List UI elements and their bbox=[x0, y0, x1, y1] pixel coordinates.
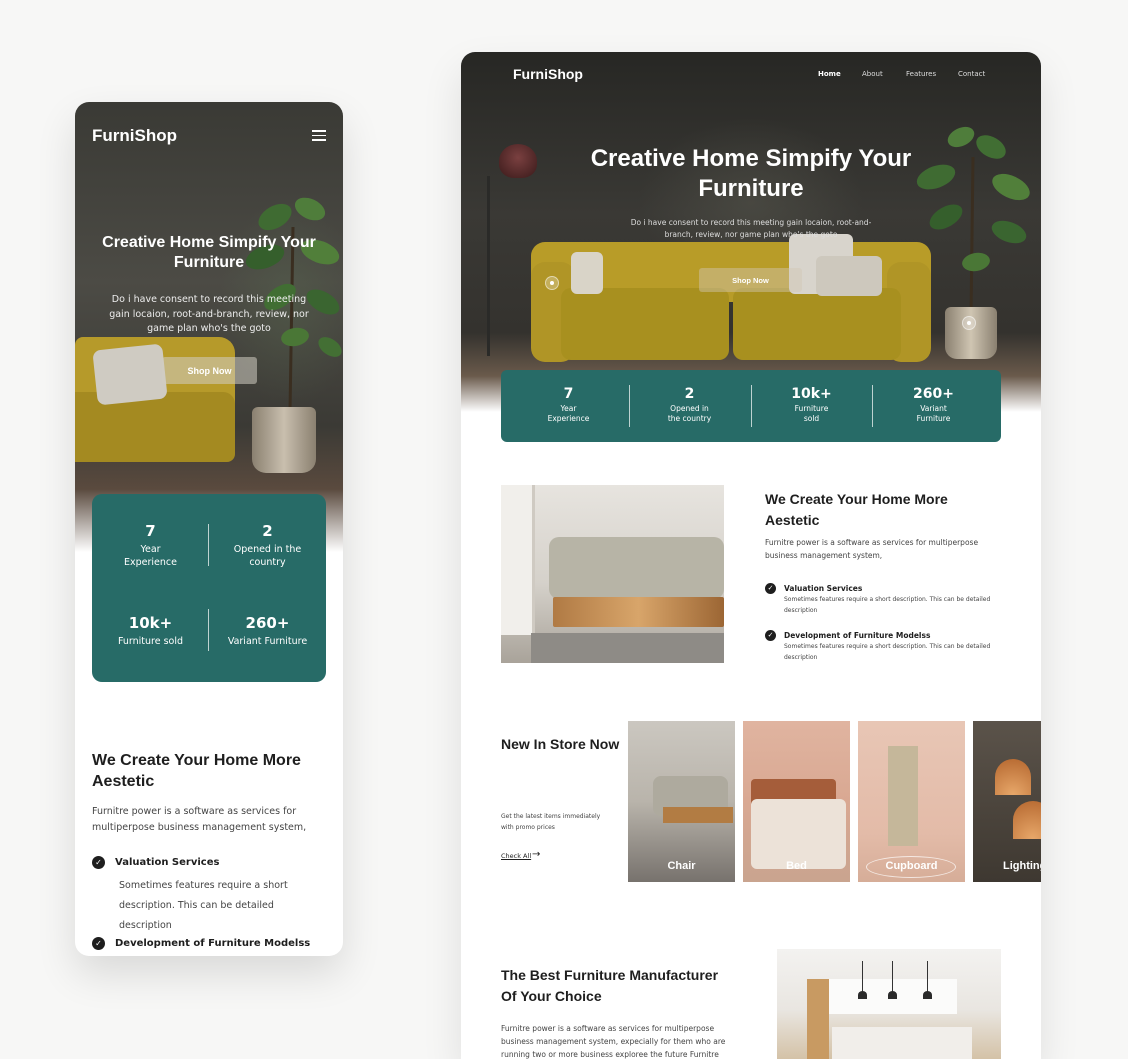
floor-lamp bbox=[499, 144, 537, 178]
nav-features[interactable]: Features bbox=[906, 70, 936, 78]
category-card-bed[interactable]: Bed bbox=[743, 721, 850, 882]
check-icon: ✓ bbox=[92, 937, 105, 950]
stat-experience: 7 Year Experience bbox=[92, 522, 209, 569]
shop-now-button[interactable]: Shop Now bbox=[162, 357, 257, 384]
plant-pot bbox=[252, 407, 316, 473]
stat-value: 260+ bbox=[245, 614, 290, 632]
category-card-chair[interactable]: Chair bbox=[628, 721, 735, 882]
stat-country: 2 Opened in the country bbox=[627, 386, 752, 424]
nav-home[interactable]: Home bbox=[818, 70, 841, 78]
best-title: The Best Furniture Manufacturer Of Your … bbox=[501, 967, 719, 1004]
shop-now-button[interactable]: Shop Now bbox=[699, 268, 802, 292]
feature-description: Sometimes features require a short descr… bbox=[784, 643, 991, 661]
best-description: Furnitre power is a software as services… bbox=[501, 1024, 726, 1059]
arrow-right-icon[interactable]: → bbox=[532, 849, 540, 860]
desktop-preview: FurniShop Home About Features Contact Cr… bbox=[461, 52, 1041, 1059]
feature-description: Sometimes features require a short descr… bbox=[119, 880, 288, 931]
hotspot-dot[interactable] bbox=[545, 276, 559, 290]
about-title: We Create Your Home More Aestetic bbox=[765, 491, 948, 528]
hero-title: Creative Home Simpify Your Furniture bbox=[590, 145, 912, 202]
menu-icon[interactable] bbox=[312, 130, 326, 141]
about-description: Furnitre power is a software as services… bbox=[92, 806, 307, 833]
floor-lamp-pole bbox=[487, 176, 490, 356]
stat-value: 7 bbox=[563, 386, 574, 402]
sofa-illustration bbox=[531, 234, 931, 362]
stat-variant: 260+ Variant Furniture bbox=[209, 614, 326, 648]
check-icon: ✓ bbox=[92, 856, 105, 869]
nav-contact[interactable]: Contact bbox=[958, 70, 985, 78]
stat-label: Year Experience bbox=[547, 404, 590, 423]
stat-country: 2 Opened in the country bbox=[209, 522, 326, 569]
stat-sold: 10k+ Furniture sold bbox=[92, 614, 209, 648]
feature-item: ✓ Development of Furniture Modelss bbox=[92, 933, 310, 952]
stat-value: 2 bbox=[262, 522, 273, 540]
hero-title: Creative Home Simpify Your Furniture bbox=[102, 234, 316, 271]
brand-logo[interactable]: FurniShop bbox=[513, 66, 583, 82]
hotspot-dot[interactable] bbox=[962, 316, 976, 330]
mobile-preview: FurniShop Creative Home Simpify Your Fur… bbox=[75, 102, 343, 956]
brand-logo[interactable]: FurniShop bbox=[92, 126, 177, 146]
about-description: Furnitre power is a software as services… bbox=[765, 538, 979, 560]
stat-value: 2 bbox=[684, 386, 695, 402]
feature-title: Development of Furniture Modelss bbox=[115, 938, 311, 949]
category-label: Lighting bbox=[1003, 860, 1041, 872]
stats-panel: 7 Year Experience 2 Opened in the countr… bbox=[501, 370, 1001, 442]
new-in-title: New In Store Now bbox=[501, 736, 620, 752]
check-icon: ✓ bbox=[765, 583, 776, 594]
feature-title: Valuation Services bbox=[784, 584, 863, 593]
stat-label: Variant Furniture bbox=[916, 404, 951, 423]
category-card-cupboard[interactable]: Cupboard bbox=[858, 721, 965, 882]
stat-variant: 260+ Variant Furniture bbox=[871, 386, 996, 424]
feature-item: ✓ Valuation Services bbox=[92, 852, 219, 871]
feature-title: Development of Furniture Modelss bbox=[784, 631, 931, 640]
stat-label: Variant Furniture bbox=[227, 636, 308, 647]
stat-label: Opened in the country bbox=[667, 404, 712, 423]
stat-label: Opened in the country bbox=[233, 544, 302, 568]
stats-panel: 7 Year Experience 2 Opened in the countr… bbox=[92, 494, 326, 682]
check-icon: ✓ bbox=[765, 630, 776, 641]
category-label: Chair bbox=[667, 860, 696, 872]
stat-experience: 7 Year Experience bbox=[506, 386, 631, 424]
new-in-description: Get the latest items immediately with pr… bbox=[501, 813, 601, 831]
check-all-link[interactable]: Check All bbox=[501, 852, 531, 860]
stat-sold: 10k+ Furniture sold bbox=[749, 386, 874, 424]
stat-value: 10k+ bbox=[128, 614, 173, 632]
nav-about[interactable]: About bbox=[862, 70, 883, 78]
hero-subtitle: Do i have consent to record this meeting… bbox=[109, 294, 309, 334]
kitchen-image bbox=[777, 949, 1001, 1059]
feature-description: Sometimes features require a short descr… bbox=[784, 596, 991, 614]
stat-label: Furniture sold bbox=[794, 404, 829, 423]
stat-label: Year Experience bbox=[124, 544, 177, 568]
category-label: Cupboard bbox=[885, 860, 938, 872]
stat-value: 260+ bbox=[913, 386, 954, 402]
category-card-lighting[interactable]: Lighting bbox=[973, 721, 1041, 882]
stat-label: Furniture sold bbox=[117, 636, 184, 647]
feature-title: Valuation Services bbox=[115, 857, 220, 868]
category-label: Bed bbox=[786, 860, 807, 872]
plant-pot bbox=[945, 307, 997, 359]
stat-value: 7 bbox=[145, 522, 156, 540]
about-title: We Create Your Home More Aestetic bbox=[92, 752, 301, 790]
living-room-image bbox=[501, 485, 724, 663]
hero-subtitle: Do i have consent to record this meeting… bbox=[630, 218, 872, 239]
stat-value: 10k+ bbox=[791, 386, 832, 402]
